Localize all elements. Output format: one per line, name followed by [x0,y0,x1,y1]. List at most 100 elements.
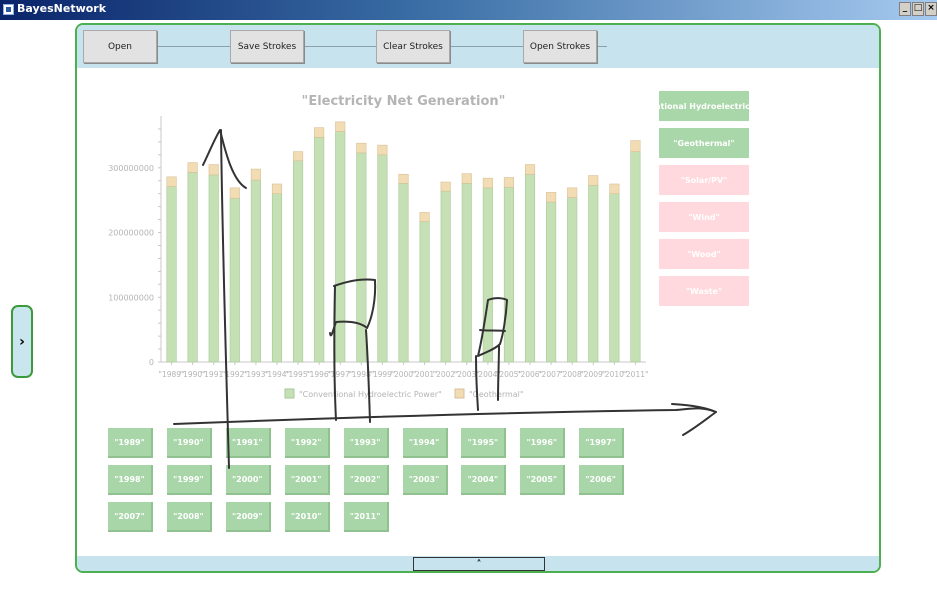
minimize-button[interactable]: _ [899,2,911,16]
bar-hydro [567,197,578,363]
year-button-1992[interactable]: "1992" [284,428,330,458]
year-button-2007[interactable]: "2007" [108,502,153,532]
toggle-wood-button[interactable]: "Wood" [659,239,749,269]
bar-hydro [398,183,409,363]
bar-hydro [503,186,514,363]
year-button-2001[interactable]: "2001" [284,465,330,495]
bar-hydro [461,183,472,363]
open-button[interactable]: Open [83,30,157,63]
toolbar: Open Save Strokes Clear Strokes Open Str… [77,25,879,68]
bar-geothermal [419,212,430,222]
window-controls: _ □ × [899,2,937,16]
bar-geothermal [503,177,514,188]
toggle-solar-button[interactable]: "Solar/PV" [659,165,749,195]
year-button-1999[interactable]: "1999" [166,465,212,495]
close-button[interactable]: × [925,2,937,16]
save-strokes-button[interactable]: Save Strokes [230,30,304,63]
bar-hydro [335,131,346,363]
bottom-bar: ˄ [77,556,879,571]
bar-geothermal [314,127,325,138]
year-button-1996[interactable]: "1996" [520,428,566,458]
bar-hydro [250,179,261,363]
year-button-2009[interactable]: "2009" [225,502,271,532]
bar-hydro [419,221,430,363]
year-button-1989[interactable]: "1989" [108,428,153,458]
y-tick-label: 200000000 [108,229,154,238]
year-button-1998[interactable]: "1998" [108,465,153,495]
bar-hydro [187,172,198,363]
expand-side-panel-button[interactable]: › [11,305,33,378]
maximize-button[interactable]: □ [912,2,924,16]
chart-title: "Electricity Net Generation" [302,94,506,109]
open-strokes-button[interactable]: Open Strokes [523,30,597,63]
bar-hydro [293,160,304,363]
year-button-1994[interactable]: "1994" [402,428,448,458]
bar-hydro [377,154,388,363]
bar-geothermal [335,121,346,132]
bar-geothermal [377,144,388,156]
bar-hydro [588,184,599,363]
toggle-wind-button[interactable]: "Wind" [659,202,749,232]
legend-label-geothermal: "Geothermal" [469,390,524,399]
bar-geothermal [440,181,451,192]
bar-geothermal [229,187,240,199]
bar-geothermal [187,162,198,173]
year-button-2003[interactable]: "2003" [402,465,448,495]
toggle-geothermal-button[interactable]: "Geothermal" [659,128,749,158]
bar-hydro [166,186,177,363]
year-button-2011[interactable]: "2011" [343,502,389,532]
y-tick-label: 300000000 [108,164,154,173]
y-tick-label: 0 [149,358,154,367]
bar-geothermal [567,187,578,198]
year-button-2004[interactable]: "2004" [461,465,507,495]
year-button-2000[interactable]: "2000" [225,465,271,495]
bar-hydro [440,190,451,363]
clear-strokes-button[interactable]: Clear Strokes [376,30,450,63]
year-button-2010[interactable]: "2010" [284,502,330,532]
bar-geothermal [398,173,409,184]
bar-geothermal [461,173,472,184]
bar-geothermal [208,164,219,176]
year-button-2008[interactable]: "2008" [166,502,212,532]
bar-geothermal [630,140,641,152]
legend-swatch-geothermal [454,388,465,399]
x-tick-label: "2011" [622,370,648,379]
bar-hydro [524,173,536,363]
bar-hydro [314,137,325,363]
chevron-right-icon: › [19,333,25,350]
bar-geothermal [293,151,304,161]
bar-hydro [356,152,367,363]
bar-geothermal [609,183,620,194]
year-button-2006[interactable]: "2006" [579,465,625,495]
y-tick-label: 100000000 [108,293,154,302]
legend-label-hydro: "Conventional Hydroelectric Power" [299,390,442,399]
bar-hydro [208,174,219,363]
window-title: BayesNetwork [17,2,107,15]
chevron-up-icon: ˄ [476,558,482,570]
bar-geothermal [250,168,261,181]
year-button-1993[interactable]: "1993" [343,428,389,458]
year-button-2002[interactable]: "2002" [343,465,389,495]
year-button-1991[interactable]: "1991" [225,428,271,458]
bar-hydro [609,193,620,363]
collapse-panel-button[interactable]: ˄ [413,557,545,571]
bar-geothermal [166,176,177,187]
bar-hydro [229,197,240,363]
app-icon [3,4,14,15]
year-button-1997[interactable]: "1997" [579,428,625,458]
year-button-1990[interactable]: "1990" [166,428,212,458]
main-panel: Open Save Strokes Clear Strokes Open Str… [75,23,881,573]
toggle-hydro-button[interactable]: "Conventional Hydroelectric Power" [659,91,749,121]
bar-geothermal [546,192,557,203]
bar-hydro [271,193,283,363]
bar-hydro [630,151,641,363]
bar-geothermal [482,177,493,189]
toggle-waste-button[interactable]: "Waste" [659,276,749,306]
bar-geothermal [524,164,536,175]
bar-hydro [482,187,493,363]
bar-geothermal [271,183,283,194]
year-button-2005[interactable]: "2005" [520,465,566,495]
stacked-bar-chart: "Electricity Net Generation" 0 100000000 20… [108,94,648,399]
year-button-1995[interactable]: "1995" [461,428,507,458]
bar-hydro [546,201,557,363]
